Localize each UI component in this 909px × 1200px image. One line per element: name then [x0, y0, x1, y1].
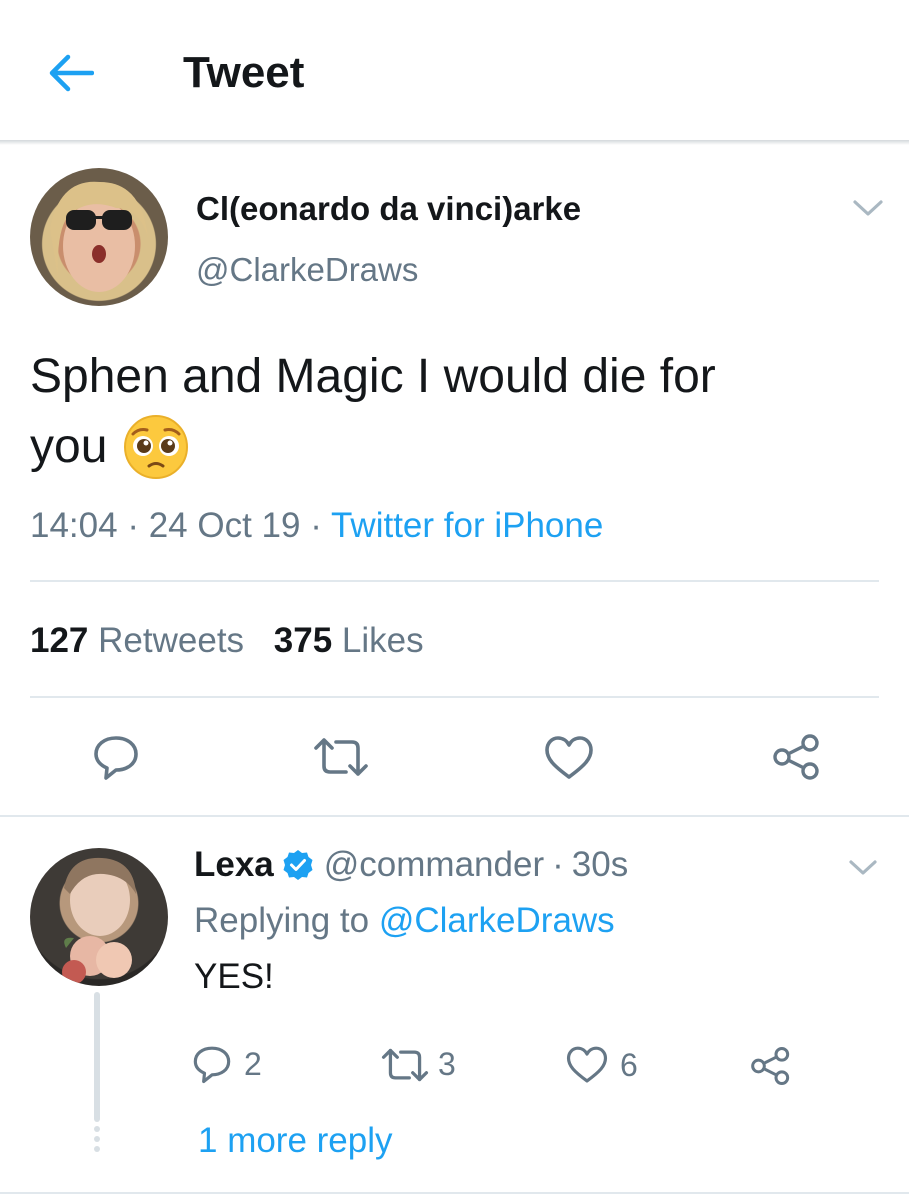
reply-action-like[interactable]: 6: [566, 1045, 638, 1085]
meta-separator: ·: [127, 506, 139, 545]
likes-stat[interactable]: 375 Likes: [274, 621, 424, 660]
reply-handle[interactable]: @commander: [324, 844, 544, 886]
replying-to-label: Replying to: [194, 901, 370, 940]
more-replies-link[interactable]: 1 more reply: [198, 1120, 393, 1162]
replying-to-handle[interactable]: @ClarkeDraws: [379, 901, 615, 940]
page-title: Tweet: [183, 48, 305, 97]
retweets-label: Retweets: [98, 621, 245, 660]
divider: [0, 1192, 909, 1194]
author-display-name[interactable]: Cl(eonardo da vinci)arke: [196, 189, 581, 229]
retweet-count: 3: [438, 1046, 456, 1082]
chevron-down-icon[interactable]: [852, 198, 884, 218]
reply-icon: [192, 1044, 232, 1084]
author-handle[interactable]: @ClarkeDraws: [196, 250, 418, 290]
reply-text: YES!: [194, 957, 274, 996]
divider: [30, 580, 879, 582]
thread-line: [94, 992, 100, 1122]
share-icon[interactable]: [772, 733, 822, 781]
reply-action-retweet[interactable]: 3: [380, 1046, 456, 1083]
reply-avatar[interactable]: [30, 848, 168, 986]
reply-action-reply[interactable]: 2: [192, 1044, 262, 1084]
tweet-stats: 127 Retweets 375 Likes: [30, 620, 424, 662]
pleading-face-emoji: [123, 414, 189, 480]
retweet-icon[interactable]: [312, 736, 370, 778]
header-divider: [0, 140, 909, 145]
share-icon[interactable]: [750, 1046, 792, 1086]
reply-count: 2: [244, 1045, 262, 1082]
like-icon: [566, 1045, 608, 1085]
tweet-source-link[interactable]: Twitter for iPhone: [331, 506, 603, 545]
retweet-icon: [380, 1047, 430, 1083]
tweet-date: 24 Oct 19: [148, 506, 301, 545]
like-count: 6: [620, 1046, 638, 1083]
reply-age: 30s: [571, 845, 629, 884]
likes-count: 375: [273, 621, 333, 660]
like-icon[interactable]: [544, 735, 594, 781]
thread-dots: [94, 1126, 100, 1156]
meta-separator: ·: [310, 506, 322, 545]
likes-label: Likes: [341, 621, 424, 660]
divider: [0, 815, 909, 817]
reply-chevron-down-icon[interactable]: [848, 858, 878, 878]
verified-badge-icon: [282, 849, 314, 881]
avatar[interactable]: [30, 168, 168, 306]
tweet-text-you: you: [30, 420, 108, 473]
reply-separator: ·: [552, 845, 564, 884]
retweets-count: 127: [30, 621, 89, 660]
reply-header: Lexa @commander · 30s: [194, 844, 628, 886]
retweets-stat[interactable]: 127 Retweets: [30, 621, 254, 660]
tweet-text-line2: you: [30, 414, 189, 480]
reply-display-name[interactable]: Lexa: [194, 844, 274, 886]
header-bar: [0, 0, 909, 140]
arrow-left-icon[interactable]: [48, 54, 94, 92]
reply-icon[interactable]: [92, 734, 140, 780]
tweet-meta: 14:04 · 24 Oct 19 · Twitter for iPhone: [30, 505, 603, 547]
replying-to: Replying to @ClarkeDraws: [194, 900, 615, 942]
divider: [30, 696, 879, 698]
tweet-time: 14:04: [30, 506, 118, 545]
tweet-text-line1: Sphen and Magic I would die for: [30, 350, 716, 403]
